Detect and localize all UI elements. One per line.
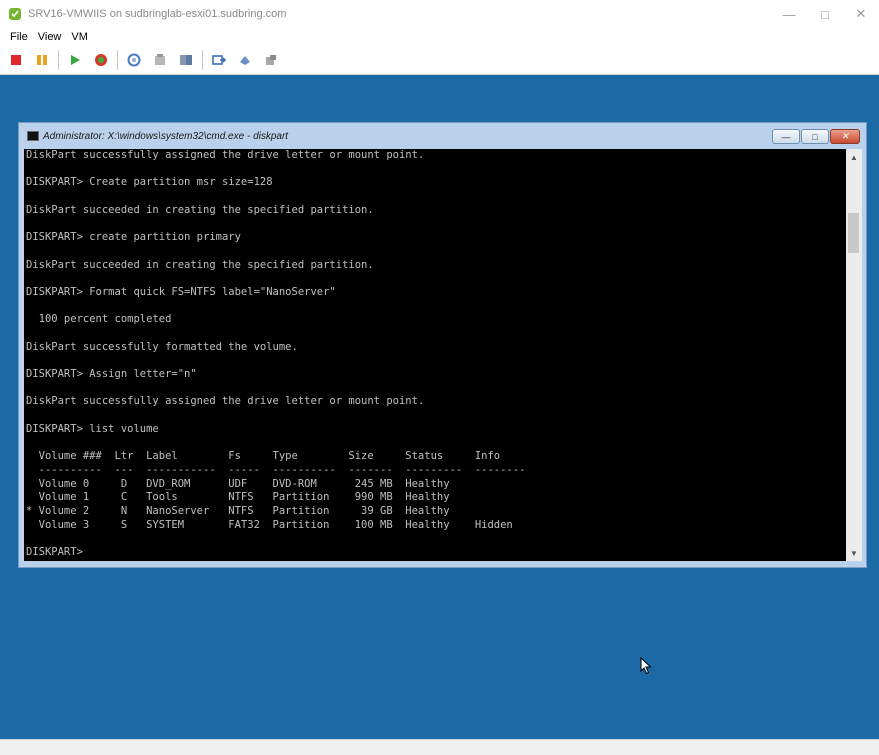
console-line: DISKPART> Format quick FS=NTFS label="Na… (26, 285, 336, 298)
console-line: DiskPart succeeded in creating the speci… (26, 203, 374, 216)
console-line: DISKPART> list volume (26, 422, 159, 435)
console-line: 100 percent completed (26, 313, 172, 326)
vmware-app-icon (9, 8, 21, 20)
window-controls: — □ ✕ (771, 0, 879, 28)
window-title: SRV16-VMWIIS on sudbringlab-esxi01.sudbr… (28, 8, 287, 20)
console-line: DISKPART> create partition primary (26, 231, 241, 244)
minimize-button[interactable]: — (771, 0, 807, 28)
revert-snapshot-button[interactable] (150, 50, 170, 70)
menu-file[interactable]: File (10, 31, 28, 43)
close-button[interactable]: ✕ (843, 0, 879, 28)
console-line: DISKPART> (26, 545, 83, 558)
menu-view[interactable]: View (38, 31, 62, 43)
cmd-window-controls: — □ ✕ (772, 129, 860, 144)
console-line: Volume 1 C Tools NTFS Partition 990 MB H… (26, 491, 450, 504)
console-output[interactable]: DiskPart successfully assigned the drive… (24, 149, 846, 561)
cmd-close-button[interactable]: ✕ (830, 129, 860, 144)
cmd-title: Administrator: X:\windows\system32\cmd.e… (43, 130, 289, 142)
toolbar-separator (58, 50, 59, 70)
full-screen-button[interactable] (209, 50, 229, 70)
cmd-title-bar: Administrator: X:\windows\system32\cmd.e… (19, 123, 866, 149)
power-off-button[interactable] (6, 50, 26, 70)
window-title-bar: SRV16-VMWIIS on sudbringlab-esxi01.sudbr… (0, 0, 879, 28)
power-on-button[interactable] (65, 50, 85, 70)
menu-vm[interactable]: VM (71, 31, 88, 43)
toolbar (0, 46, 879, 75)
console-line: DiskPart successfully formatted the volu… (26, 340, 298, 353)
snapshot-icon (127, 53, 141, 67)
scrollbar-thumb[interactable] (848, 213, 859, 253)
full-screen-icon (212, 55, 226, 65)
console-line: ---------- --- ----------- ----- -------… (26, 463, 526, 476)
snapshot-button[interactable] (124, 50, 144, 70)
menu-bar: File View VM (0, 28, 879, 46)
ctrl-alt-del-button[interactable] (235, 50, 255, 70)
console-line: Volume 3 S SYSTEM FAT32 Partition 100 MB… (26, 518, 513, 531)
reset-button[interactable] (91, 50, 111, 70)
pause-icon (37, 55, 47, 65)
toolbar-separator (202, 50, 203, 70)
console-scrollbar[interactable]: ▲ ▼ (846, 149, 862, 561)
console-line: Volume ### Ltr Label Fs Type Size Status… (26, 450, 501, 463)
console-line: DISKPART> Create partition msr size=128 (26, 176, 273, 189)
status-bar (0, 739, 879, 755)
console-line: DiskPart succeeded in creating the speci… (26, 258, 374, 271)
scroll-down-arrow-icon[interactable]: ▼ (846, 545, 862, 561)
revert-snapshot-icon (155, 54, 165, 65)
manage-snapshots-button[interactable] (176, 50, 196, 70)
console-line: DiskPart successfully assigned the drive… (26, 149, 425, 161)
cmd-maximize-button[interactable]: □ (801, 129, 829, 144)
settings-button[interactable] (261, 50, 281, 70)
console-line: Volume 0 D DVD_ROM UDF DVD-ROM 245 MB He… (26, 477, 450, 490)
ctrl-alt-del-icon (240, 56, 250, 65)
console-line: * Volume 2 N NanoServer NTFS Partition 3… (26, 504, 450, 517)
scroll-up-arrow-icon[interactable]: ▲ (846, 149, 862, 165)
console-line: DISKPART> Assign letter="n" (26, 368, 197, 380)
stop-icon (11, 55, 21, 65)
settings-icon (266, 55, 276, 65)
play-icon (71, 55, 80, 65)
cmd-icon (27, 131, 39, 141)
cmd-minimize-button[interactable]: — (772, 129, 800, 144)
suspend-button[interactable] (32, 50, 52, 70)
manage-snapshots-icon (180, 55, 192, 65)
toolbar-separator (117, 50, 118, 70)
cmd-window: Administrator: X:\windows\system32\cmd.e… (18, 122, 867, 568)
console-line: DiskPart successfully assigned the drive… (26, 395, 425, 408)
maximize-button[interactable]: □ (807, 0, 843, 28)
mouse-cursor-icon (640, 657, 652, 675)
reset-icon (95, 54, 107, 66)
